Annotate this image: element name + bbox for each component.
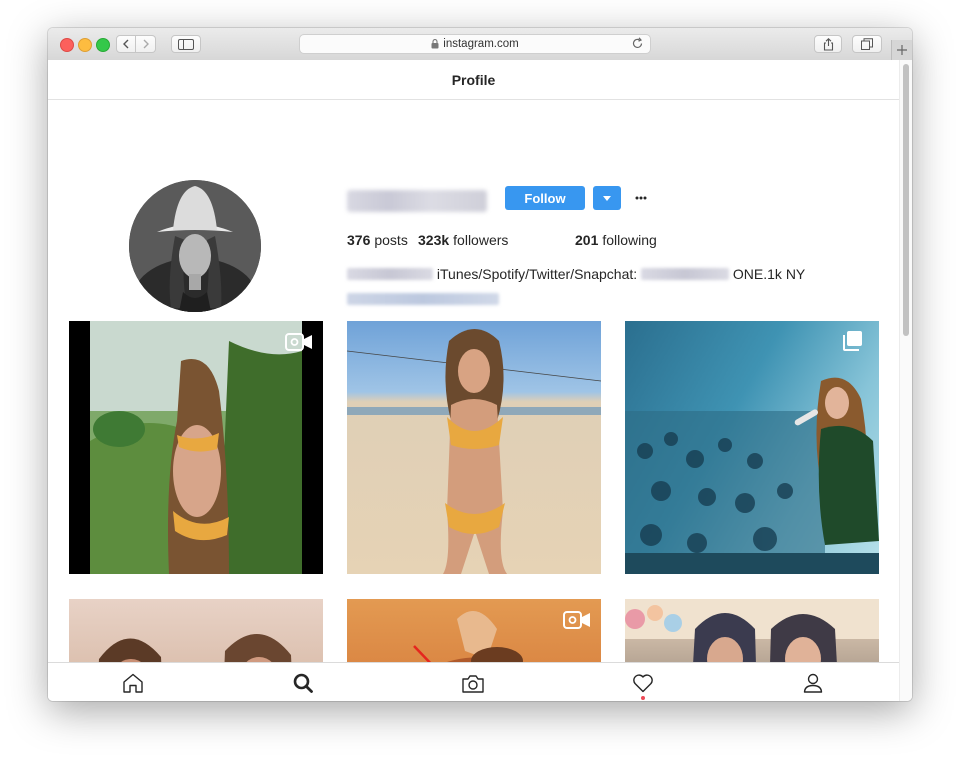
address-bar[interactable]: instagram.com: [299, 34, 651, 54]
back-icon: [123, 39, 129, 49]
video-icon: [285, 333, 312, 351]
following-count: 201: [575, 232, 599, 248]
suggestions-dropdown-button[interactable]: [593, 186, 621, 210]
camera-icon: [462, 674, 484, 693]
heart-icon: [633, 674, 653, 693]
plus-icon: [897, 45, 907, 55]
nav-home-button[interactable]: [121, 671, 145, 695]
forward-button[interactable]: [136, 35, 156, 53]
notification-dot: [641, 696, 645, 700]
bottom-navigation: [48, 662, 899, 701]
show-tabs-button[interactable]: [852, 35, 882, 53]
page-title: Profile: [451, 71, 496, 88]
maximize-window-button[interactable]: [96, 38, 110, 52]
nav-profile-button[interactable]: [801, 671, 825, 695]
followers-count: 323k: [418, 232, 450, 248]
new-tab-button[interactable]: [891, 40, 912, 60]
post-photo: [625, 377, 879, 574]
follow-button-label: Follow: [524, 190, 566, 206]
video-icon: [563, 611, 590, 629]
back-button[interactable]: [116, 35, 136, 53]
avatar-photo: [129, 180, 261, 312]
posts-label: posts: [374, 232, 408, 248]
scrollbar-thumb[interactable]: [903, 64, 909, 336]
post-tile[interactable]: [625, 321, 879, 574]
more-options-button[interactable]: [631, 190, 651, 206]
post-tile[interactable]: [347, 321, 601, 574]
forward-icon: [143, 39, 149, 49]
bio-redacted-name: [347, 268, 433, 280]
post-photo: [347, 329, 601, 574]
sidebar-icon: [178, 38, 194, 50]
bio-suffix: ONE.1k NY: [732, 266, 806, 282]
bio-text: iTunes/Spotify/Twitter/Snapchat:: [436, 266, 638, 282]
share-icon: [823, 37, 833, 51]
following-label: following: [602, 232, 657, 248]
reload-icon[interactable]: [631, 37, 644, 50]
close-window-button[interactable]: [60, 38, 74, 52]
search-icon: [293, 673, 313, 693]
share-button[interactable]: [814, 35, 842, 53]
browser-window: instagram.com Profile Follow 376 posts 3…: [48, 28, 912, 701]
nav-activity-button[interactable]: [631, 671, 655, 695]
posts-stat: 376 posts: [347, 232, 418, 252]
following-stat[interactable]: 201 following: [575, 232, 657, 252]
nav-camera-button[interactable]: [461, 671, 485, 695]
carousel-icon: [843, 331, 862, 351]
profile-avatar[interactable]: [129, 180, 261, 312]
follow-button[interactable]: Follow: [505, 186, 585, 210]
username-redacted: [347, 190, 487, 212]
caret-down-icon: [603, 195, 611, 201]
user-icon: [803, 673, 823, 693]
page-header: Profile: [48, 60, 899, 100]
profile-bio: iTunes/Spotify/Twitter/Snapchat: ONE.1k …: [347, 266, 847, 282]
post-photo: [90, 321, 302, 574]
bio-link-redacted[interactable]: [347, 293, 499, 305]
bio-redacted-handle: [641, 268, 730, 280]
web-viewport: Profile Follow 376 posts 323k followers …: [48, 60, 912, 701]
followers-stat[interactable]: 323k followers: [418, 232, 575, 252]
sidebar-toggle-button[interactable]: [171, 35, 201, 53]
lock-icon: [431, 39, 439, 49]
profile-stats: 376 posts 323k followers 201 following: [347, 232, 657, 252]
nav-search-button[interactable]: [291, 671, 315, 695]
followers-label: followers: [453, 232, 509, 248]
browser-toolbar: instagram.com: [48, 28, 912, 61]
post-tile[interactable]: [69, 321, 323, 574]
ellipsis-icon: [635, 196, 647, 200]
tabs-icon: [861, 38, 873, 50]
home-icon: [123, 673, 143, 693]
minimize-window-button[interactable]: [78, 38, 92, 52]
posts-count: 376: [347, 232, 371, 248]
url-text: instagram.com: [443, 38, 519, 50]
